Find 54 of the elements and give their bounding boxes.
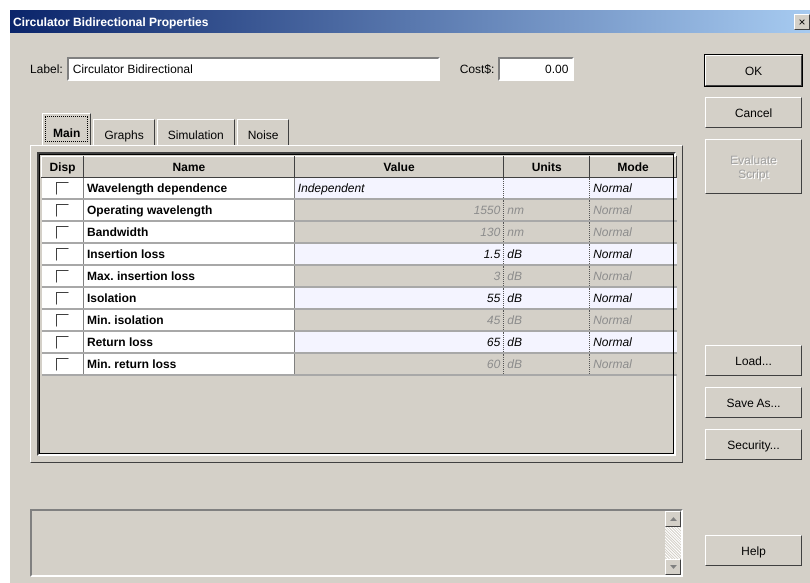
table-cell: Min. isolation: [83, 309, 294, 331]
field-label: Label:: [30, 62, 63, 76]
dialog-button[interactable]: Load...: [705, 345, 802, 376]
table-cell: dB: [504, 353, 590, 375]
window-title: Circulator Bidirectional Properties: [13, 14, 208, 28]
table-cell: nm: [504, 221, 590, 243]
table-cell: nm: [504, 199, 590, 221]
table-cell: Isolation: [83, 287, 294, 309]
checkbox[interactable]: [56, 248, 69, 262]
table-cell[interactable]: Normal: [590, 331, 676, 353]
table-cell: Insertion loss: [83, 243, 294, 265]
tab[interactable]: Main: [42, 113, 92, 145]
dialog-button[interactable]: Help: [705, 535, 802, 566]
checkbox[interactable]: [56, 182, 69, 196]
table-cell[interactable]: 1.5: [294, 243, 504, 265]
table-cell[interactable]: Independent: [294, 178, 504, 199]
scroll-up-icon[interactable]: [670, 517, 676, 521]
checkbox[interactable]: [56, 292, 69, 306]
dialog-button[interactable]: OK: [705, 55, 802, 86]
table-cell: Bandwidth: [83, 221, 294, 243]
dialog-button[interactable]: Save As...: [705, 387, 802, 418]
table-cell: Max. insertion loss: [83, 265, 294, 287]
table-cell: Operating wavelength: [83, 199, 294, 221]
scroll-bar[interactable]: [665, 511, 681, 575]
table-cell: Wavelength dependence: [83, 178, 294, 199]
column-header: Value: [294, 156, 504, 178]
table-cell: dB: [504, 243, 590, 265]
table-cell: dB: [504, 287, 590, 309]
cost-field[interactable]: 0.00: [498, 57, 574, 81]
column-header: Disp: [42, 156, 84, 178]
tab[interactable]: Graphs: [93, 119, 155, 145]
table-cell: Return loss: [83, 331, 294, 353]
table-cell[interactable]: 65: [294, 331, 504, 353]
table-cell[interactable]: 55: [294, 287, 504, 309]
column-header: Mode: [590, 156, 676, 178]
label-field[interactable]: Circulator Bidirectional: [66, 57, 440, 81]
table-cell[interactable]: Normal: [590, 243, 676, 265]
column-header: Units: [504, 156, 590, 178]
tab[interactable]: Noise: [236, 119, 290, 145]
table-cell: dB: [504, 331, 590, 353]
field-label: Cost$:: [460, 62, 494, 76]
table-cell: Min. return loss: [83, 353, 294, 375]
table-cell[interactable]: Normal: [590, 287, 676, 309]
table-cell: dB: [504, 309, 590, 331]
dialog-button[interactable]: Cancel: [705, 97, 802, 128]
text-area[interactable]: [30, 509, 683, 577]
scroll-down-icon[interactable]: [670, 565, 676, 569]
close-button[interactable]: ×: [794, 14, 810, 30]
checkbox[interactable]: [56, 336, 69, 350]
table-cell: dB: [504, 265, 590, 287]
column-header: Name: [83, 156, 294, 178]
dialog-button[interactable]: Security...: [705, 429, 802, 460]
table-cell[interactable]: Normal: [590, 178, 676, 199]
tab[interactable]: Simulation: [156, 119, 235, 145]
